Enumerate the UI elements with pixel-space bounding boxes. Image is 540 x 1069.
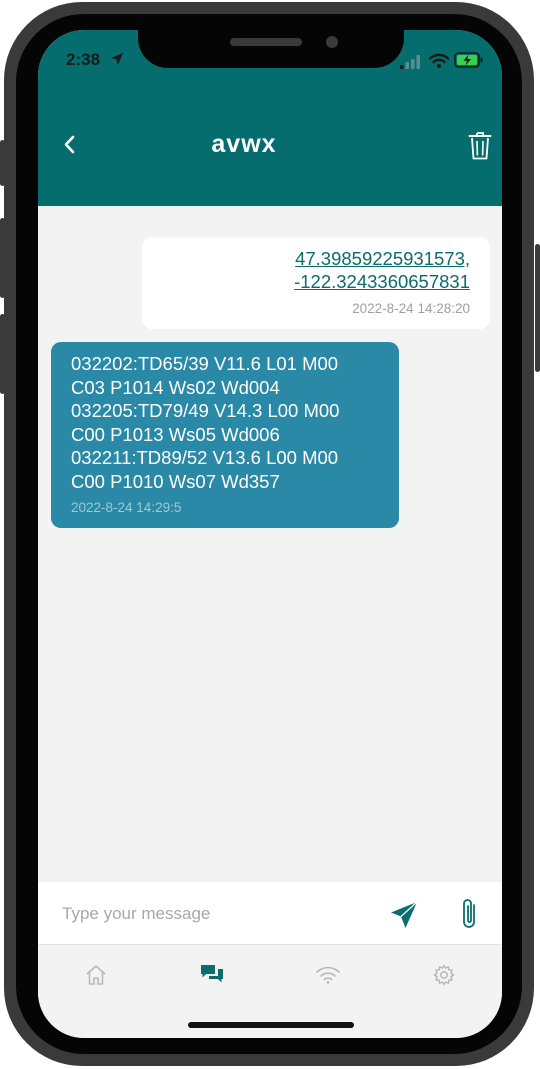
trash-icon <box>468 132 492 160</box>
message-line: 032205:TD79/49 V14.3 L00 M00 <box>71 400 340 422</box>
coordinates-link-longitude[interactable]: -122.3243360657831 <box>162 270 470 293</box>
tab-home[interactable] <box>72 959 120 991</box>
outgoing-message-bubble: 47.39859225931573, -122.3243360657831 20… <box>142 237 490 329</box>
cellular-signal-icon <box>400 55 420 69</box>
location-arrow-icon <box>111 53 123 65</box>
tab-messages[interactable] <box>188 959 236 991</box>
app-header: 2:38 avwx <box>38 30 502 206</box>
conversation-title: avwx <box>211 130 277 158</box>
message-line: 032211:TD89/52 V13.6 L00 M00 <box>71 447 339 469</box>
power-button <box>535 244 540 372</box>
home-indicator <box>188 1022 354 1028</box>
message-line: C03 P1014 Ws02 Wd004 <box>71 376 280 398</box>
message-line: C00 P1013 Ws05 Wd006 <box>71 423 280 445</box>
message-timestamp: 2022-8-24 14:29:5 <box>71 499 182 515</box>
tab-settings[interactable] <box>420 959 468 991</box>
home-icon <box>86 965 106 985</box>
send-button[interactable] <box>388 899 420 931</box>
message-input[interactable] <box>60 898 364 930</box>
message-composer <box>38 882 502 945</box>
status-time: 2:38 <box>66 50 101 69</box>
volume-up-button <box>0 218 5 298</box>
silent-switch <box>0 140 5 186</box>
battery-charging-icon <box>454 52 483 68</box>
incoming-message-bubble: 032202:TD65/39 V11.6 L01 M00 C03 P1014 W… <box>51 342 399 528</box>
wifi-status-icon <box>429 53 449 68</box>
send-icon <box>391 901 418 928</box>
message-timestamp: 2022-8-24 14:28:20 <box>352 301 470 316</box>
delete-conversation-button[interactable] <box>468 130 492 162</box>
volume-down-button <box>0 314 5 394</box>
tab-connectivity[interactable] <box>304 959 352 991</box>
front-camera <box>326 36 338 48</box>
chat-icon <box>201 965 223 983</box>
earpiece-speaker <box>230 38 302 46</box>
app-screen: 2:38 avwx 47.39859225931573, -122.324336… <box>38 30 502 1038</box>
gear-icon <box>433 964 455 986</box>
paperclip-icon <box>463 899 475 928</box>
coordinates-link-latitude[interactable]: 47.39859225931573, <box>162 247 470 270</box>
message-line: 032202:TD65/39 V11.6 L01 M00 <box>71 353 339 374</box>
phone-notch <box>138 30 404 68</box>
attach-button[interactable] <box>458 896 482 932</box>
message-line: C00 P1010 Ws07 Wd357 <box>71 470 280 492</box>
wifi-icon <box>316 966 340 984</box>
